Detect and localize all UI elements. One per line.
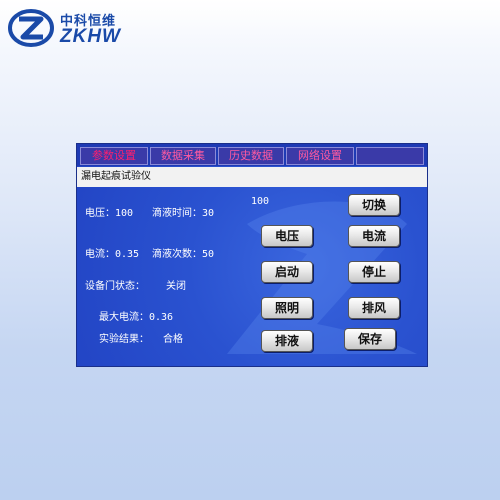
voltage-button[interactable]: 电压 — [261, 225, 313, 247]
drip-time-readout: 滴液时间：30 — [152, 208, 215, 219]
voltage-readout: 电压：100 — [85, 208, 134, 219]
result-label: 实验结果： — [99, 334, 149, 345]
lighting-button[interactable]: 照明 — [261, 297, 313, 319]
tab-blank — [356, 147, 424, 165]
current-readout: 电流：0.35 — [85, 249, 140, 260]
current-button[interactable]: 电流 — [348, 225, 400, 247]
exhaust-button[interactable]: 排风 — [348, 297, 400, 319]
panel-title: 漏电起痕试验仪 — [77, 167, 427, 187]
drip-count-readout: 滴液次数：50 — [152, 249, 215, 260]
result-value: 合格 — [163, 334, 183, 345]
switch-button[interactable]: 切换 — [348, 194, 400, 216]
save-button[interactable]: 保存 — [344, 328, 396, 350]
max-current-readout: 最大电流：0.36 — [99, 312, 174, 323]
tab-network-settings[interactable]: 网络设置 — [286, 147, 354, 165]
brand-name-en: ZKHW — [60, 26, 121, 47]
stop-button[interactable]: 停止 — [348, 261, 400, 283]
display-value: 100 — [251, 196, 270, 207]
tab-parameter-settings[interactable]: 参数设置 — [80, 147, 148, 165]
brand-logo: 中科恒维 ZKHW — [8, 6, 158, 50]
drain-button[interactable]: 排液 — [261, 330, 313, 352]
tab-history-data[interactable]: 历史数据 — [218, 147, 284, 165]
hmi-screen: 参数设置 数据采集 历史数据 网络设置 漏电起痕试验仪 电压：100 滴液时间：… — [76, 143, 428, 367]
start-button[interactable]: 启动 — [261, 261, 313, 283]
zkhw-logo-icon — [8, 9, 54, 47]
door-status-label: 设备门状态： — [85, 281, 145, 292]
tab-bar: 参数设置 数据采集 历史数据 网络设置 — [77, 144, 427, 166]
tab-data-collection[interactable]: 数据采集 — [150, 147, 216, 165]
door-status-value: 关闭 — [166, 281, 186, 292]
